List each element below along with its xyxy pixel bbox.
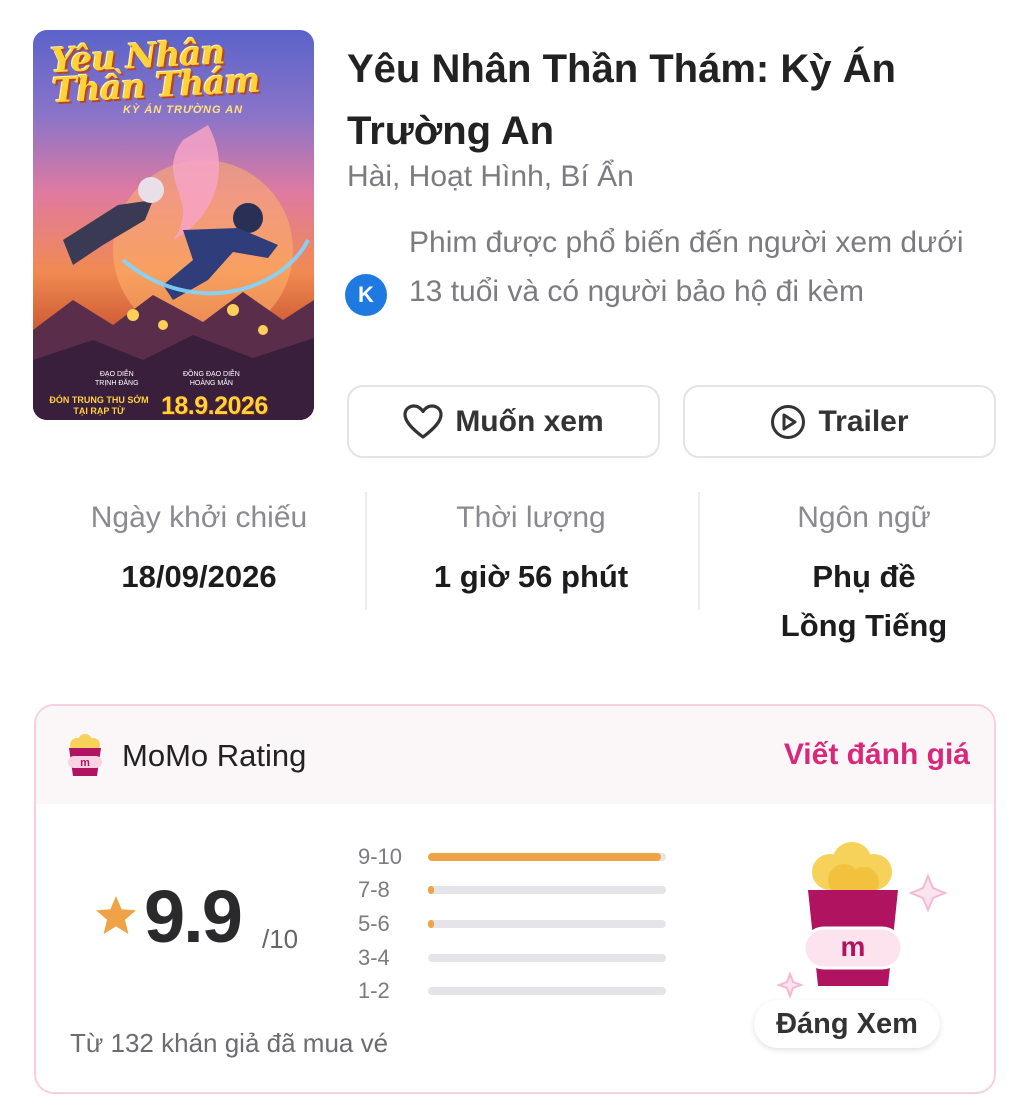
momo-rating-card: m MoMo Rating Viết đánh giá 9.9 /10 9-10… bbox=[34, 704, 996, 1094]
svg-text:m: m bbox=[80, 757, 90, 769]
distribution-bar-track bbox=[428, 919, 666, 928]
distribution-bar-fill bbox=[428, 852, 662, 861]
play-circle-icon bbox=[770, 404, 806, 440]
svg-text:m: m bbox=[841, 931, 866, 962]
distribution-bar-track bbox=[428, 886, 666, 895]
heart-icon bbox=[403, 403, 443, 440]
distribution-row: 3-4 bbox=[358, 941, 678, 975]
distribution-row: 5-6 bbox=[358, 907, 678, 941]
distribution-row: 1-2 bbox=[358, 974, 678, 1008]
trailer-button[interactable]: Trailer bbox=[683, 385, 996, 458]
rating-distribution: 9-10 7-8 5-6 3-4 1-2 bbox=[358, 840, 678, 1008]
age-rating-description: Phim được phổ biến đến người xem dưới 13… bbox=[409, 226, 964, 308]
distribution-bar-fill bbox=[428, 886, 434, 895]
distribution-bar-track bbox=[428, 953, 666, 962]
momo-popcorn-logo-icon: m bbox=[64, 734, 106, 783]
distribution-row: 7-8 bbox=[358, 874, 678, 908]
age-rating-badge: K bbox=[345, 274, 387, 316]
distribution-label: 3-4 bbox=[358, 944, 390, 970]
language-stat: Ngôn ngữ Phụ đề Lồng Tiếng bbox=[705, 498, 1023, 650]
poster-subtitle: KỲ ÁN TRƯỜNG AN bbox=[123, 104, 244, 116]
dang-xem-badge-icon: m bbox=[752, 836, 952, 1011]
language-value: Phụ đề Lồng Tiếng bbox=[780, 559, 948, 643]
write-review-link[interactable]: Viết đánh giá bbox=[784, 738, 970, 772]
release-date-stat: Ngày khởi chiếu 18/09/2026 bbox=[40, 498, 358, 601]
duration-value: 1 giờ 56 phút bbox=[433, 559, 629, 594]
divider bbox=[365, 492, 367, 610]
distribution-label: 9-10 bbox=[358, 843, 403, 869]
language-label: Ngôn ngữ bbox=[797, 501, 931, 534]
duration-stat: Thời lượng 1 giờ 56 phút bbox=[370, 498, 692, 601]
rating-count-note: Từ 132 khán giả đã mua vé bbox=[70, 1028, 389, 1058]
movie-genres: Hài, Hoạt Hình, Bí Ẩn bbox=[347, 160, 634, 193]
distribution-label: 1-2 bbox=[358, 978, 390, 1004]
want-to-watch-label: Muốn xem bbox=[455, 404, 604, 438]
dang-xem-badge-label: Đáng Xem bbox=[754, 1000, 940, 1048]
rating-max: /10 bbox=[262, 924, 299, 954]
want-to-watch-button[interactable]: Muốn xem bbox=[347, 385, 660, 458]
duration-label: Thời lượng bbox=[456, 501, 606, 534]
poster-release-label: ĐÓN TRUNG THU SỚM TẠI RẠP TỪ bbox=[49, 395, 149, 416]
movie-poster[interactable]: Yêu Nhân Thần Thám KỲ ÁN TRƯỜNG AN ĐẠO D… bbox=[33, 30, 314, 420]
distribution-bar-fill bbox=[428, 919, 434, 928]
release-date-value: 18/09/2026 bbox=[121, 559, 277, 594]
divider bbox=[698, 492, 700, 610]
distribution-bar-track bbox=[428, 987, 666, 996]
poster-credit-director: ĐẠO DIỄN TRỊNH ĐĂNG bbox=[95, 371, 139, 387]
star-icon bbox=[94, 894, 138, 941]
distribution-row: 9-10 bbox=[358, 840, 678, 874]
rating-header: m MoMo Rating Viết đánh giá bbox=[36, 706, 994, 804]
rating-score: 9.9 bbox=[144, 875, 243, 958]
trailer-label: Trailer bbox=[818, 404, 909, 438]
distribution-label: 5-6 bbox=[358, 910, 390, 936]
distribution-bar-track bbox=[428, 852, 666, 861]
movie-title: Yêu Nhân Thần Thám: Kỳ Án Trường An bbox=[347, 47, 896, 153]
rating-title: MoMo Rating bbox=[122, 738, 307, 773]
release-date-label: Ngày khởi chiếu bbox=[90, 501, 308, 534]
distribution-label: 7-8 bbox=[358, 877, 390, 903]
poster-credit-codirector: ĐỒNG ĐẠO DIỄN HOÀNG MẪN bbox=[183, 371, 240, 387]
poster-title: Yêu Nhân Thần Thám bbox=[49, 32, 261, 112]
poster-release-date: 18.9.2026 bbox=[161, 392, 268, 420]
